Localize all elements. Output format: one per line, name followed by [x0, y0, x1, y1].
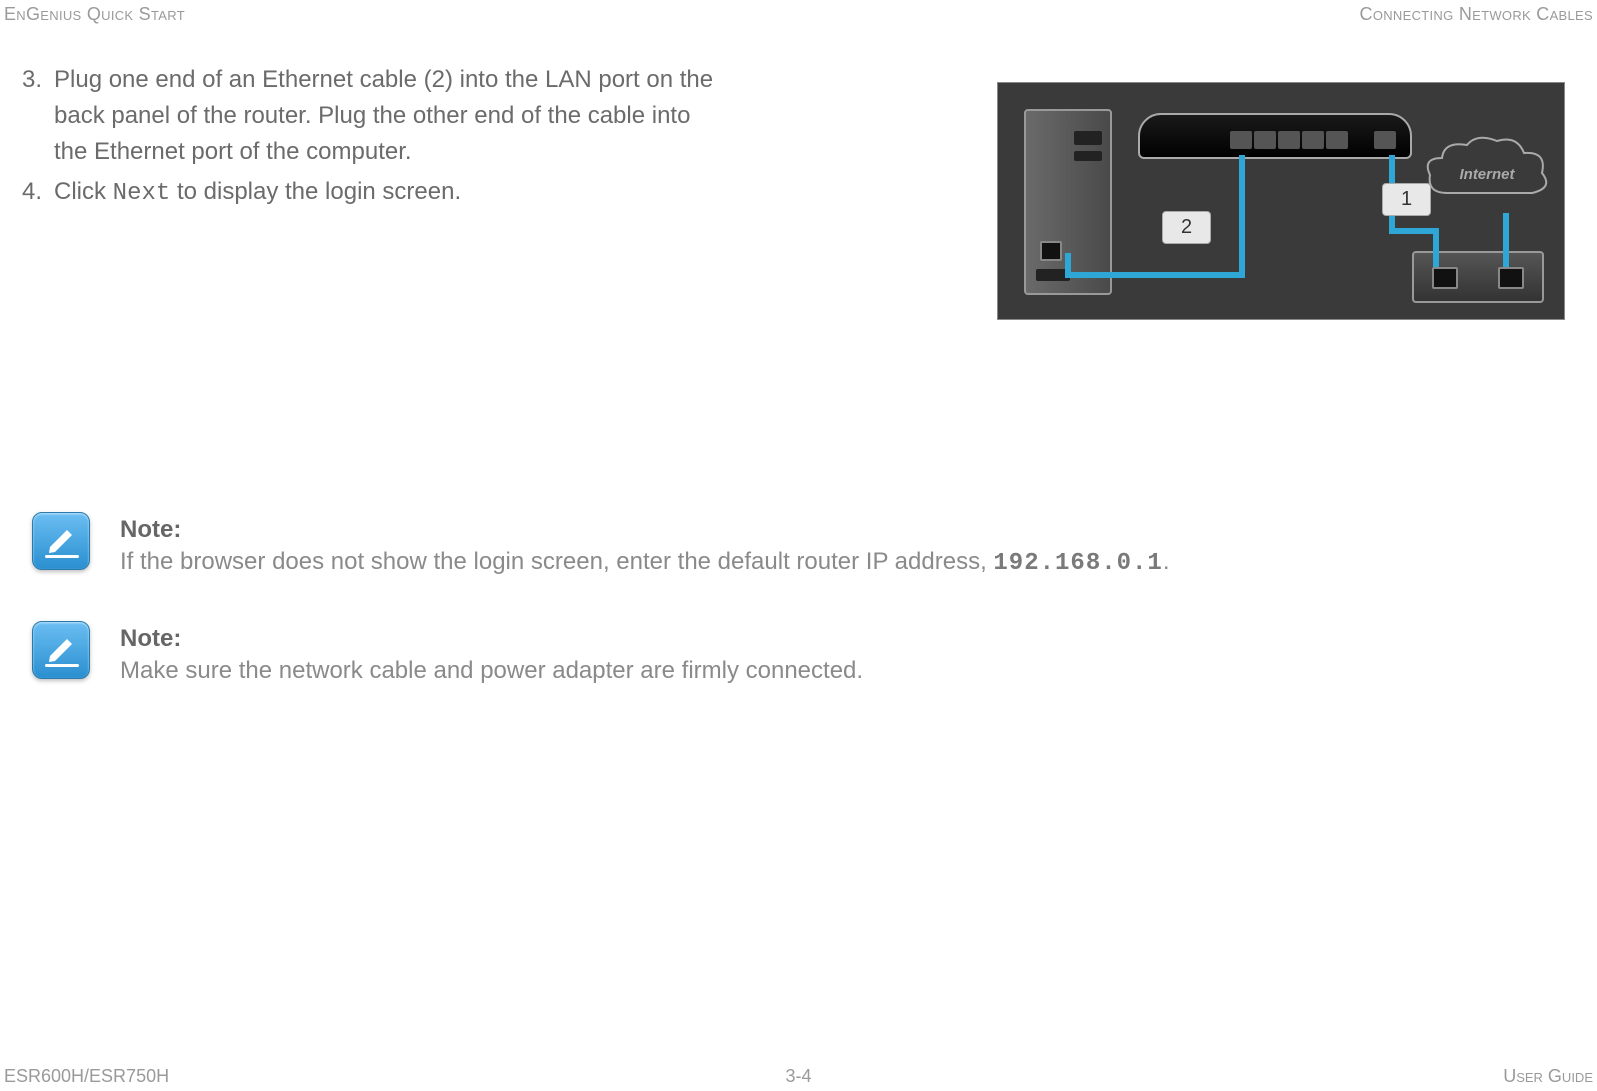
diagram-label-1: 1 [1382, 183, 1431, 216]
note-title: Note: [120, 623, 863, 654]
step-text: Click Next to display the login screen. [54, 174, 461, 212]
note-pencil-icon [32, 512, 90, 570]
page-number: 3-4 [785, 1066, 811, 1087]
connection-diagram: Internet 1 2 [997, 82, 1565, 320]
note-body: Note: Make sure the network cable and po… [120, 621, 863, 688]
page-footer: ESR600H/ESR750H 3-4 User Guide [0, 1066, 1597, 1087]
note-pencil-icon [32, 621, 90, 679]
step-number: 3. [22, 62, 54, 98]
note-text: If the browser does not show the login s… [120, 545, 1170, 581]
diagram-label-2: 2 [1162, 211, 1211, 244]
step-number: 4. [22, 174, 54, 210]
footer-guide-label: User Guide [1503, 1066, 1593, 1087]
header-left: EnGenius Quick Start [4, 4, 185, 25]
note-text: Make sure the network cable and power ad… [120, 654, 863, 688]
note-title: Note: [120, 514, 1170, 545]
note-body: Note: If the browser does not show the l… [120, 512, 1170, 581]
cable-internet [998, 83, 1566, 321]
footer-model: ESR600H/ESR750H [4, 1066, 169, 1087]
note-block: Note: If the browser does not show the l… [32, 512, 1587, 581]
ui-button-name: Next [113, 180, 171, 207]
header-right: Connecting Network Cables [1360, 4, 1593, 25]
step-text: Plug one end of an Ethernet cable (2) in… [54, 62, 714, 170]
ip-address: 192.168.0.1 [993, 550, 1162, 577]
page-header: EnGenius Quick Start Connecting Network … [0, 4, 1597, 25]
notes-section: Note: If the browser does not show the l… [22, 512, 1587, 688]
cloud-label: Internet [1459, 166, 1514, 183]
note-block: Note: Make sure the network cable and po… [32, 621, 1587, 688]
